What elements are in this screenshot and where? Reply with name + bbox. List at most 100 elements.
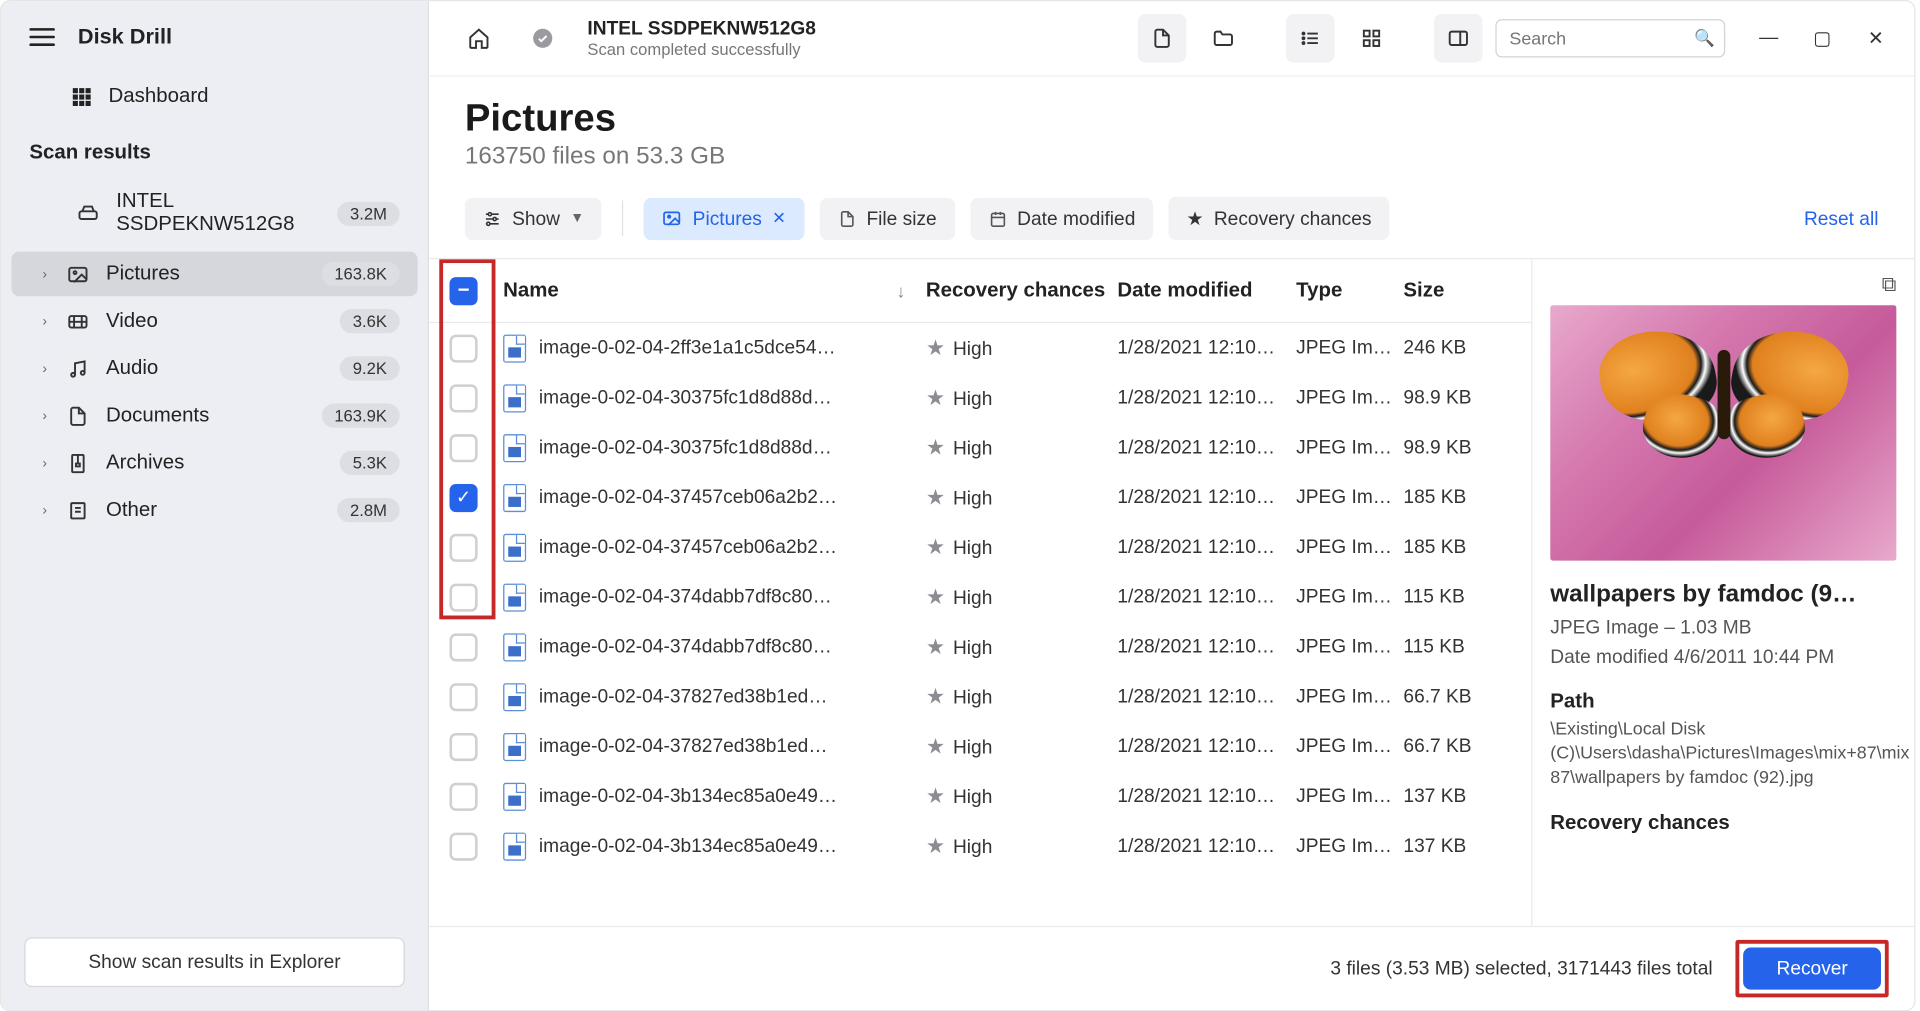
show-button[interactable]: Show ▼	[465, 197, 602, 239]
topbar: INTEL SSDPEKNW512G8 Scan completed succe…	[429, 1, 1914, 76]
row-checkbox[interactable]	[450, 334, 478, 362]
toggle-preview-button[interactable]	[1434, 14, 1483, 63]
star-icon: ★	[926, 385, 945, 409]
date-value: 1/28/2021 12:10…	[1117, 686, 1296, 708]
recovery-value: High	[953, 388, 992, 410]
file-icon	[503, 832, 526, 860]
col-date[interactable]: Date modified	[1117, 279, 1296, 302]
table-row[interactable]: image-0-02-04-30375fc1d8d88d…★High1/28/2…	[429, 373, 1531, 423]
col-name[interactable]: Name↓	[498, 279, 926, 302]
search-input[interactable]	[1495, 19, 1725, 57]
preview-path-label: Path	[1550, 691, 1896, 714]
row-checkbox[interactable]	[450, 633, 478, 661]
filter-chip-recovery[interactable]: ★ Recovery chances	[1169, 197, 1390, 240]
size-value: 98.9 KB	[1403, 437, 1518, 459]
table-row[interactable]: image-0-02-04-3b134ec85a0e49…★High1/28/2…	[429, 771, 1531, 821]
size-value: 246 KB	[1403, 337, 1518, 359]
sidebar-item-audio[interactable]: ›Audio9.2K	[11, 346, 417, 391]
recover-button[interactable]: Recover	[1743, 948, 1881, 990]
sidebar-item-label: Video	[106, 310, 325, 333]
preview-panel: ⧉ wallpapers by famdoc (9… JPEG Image – …	[1531, 259, 1914, 926]
home-button[interactable]	[455, 14, 504, 63]
filter-chip-date[interactable]: Date modified	[970, 197, 1153, 239]
sidebar-item-other[interactable]: ›Other2.8M	[11, 488, 417, 533]
star-icon: ★	[926, 485, 945, 509]
sidebar-item-documents[interactable]: ›Documents163.9K	[11, 393, 417, 438]
file-table: − Name↓ Recovery chances Date modified T…	[429, 259, 1531, 926]
row-checkbox[interactable]: ✓	[450, 483, 478, 511]
date-value: 1/28/2021 12:10…	[1117, 536, 1296, 558]
file-name: image-0-02-04-2ff3e1a1c5dce54…	[539, 337, 836, 359]
date-value: 1/28/2021 12:10…	[1117, 636, 1296, 658]
type-value: JPEG Im…	[1296, 835, 1403, 857]
sidebar-item-video[interactable]: ›Video3.6K	[11, 299, 417, 344]
search-box[interactable]: 🔍	[1495, 19, 1725, 57]
row-checkbox[interactable]	[450, 434, 478, 462]
recovery-value: High	[953, 686, 992, 708]
close-icon[interactable]: ✕	[772, 208, 786, 228]
row-checkbox[interactable]	[450, 533, 478, 561]
folder-toggle[interactable]	[1199, 14, 1248, 63]
table-row[interactable]: ✓image-0-02-04-37457ceb06a2b2…★High1/28/…	[429, 472, 1531, 522]
show-in-explorer-button[interactable]: Show scan results in Explorer	[24, 937, 405, 987]
menu-icon[interactable]	[29, 28, 55, 46]
filter-chip-filesize[interactable]: File size	[819, 197, 954, 239]
view-list-button[interactable]	[1286, 14, 1335, 63]
topbar-status: Scan completed successfully	[587, 40, 1122, 59]
chevron-right-icon: ›	[40, 455, 50, 470]
divider	[622, 200, 623, 236]
chip-label: Pictures	[693, 208, 762, 230]
selection-status: 3 files (3.53 MB) selected, 3171443 file…	[1330, 958, 1712, 980]
type-value: JPEG Im…	[1296, 785, 1403, 807]
popout-icon[interactable]: ⧉	[1550, 275, 1896, 298]
file-name: image-0-02-04-37457ceb06a2b2…	[539, 536, 837, 558]
type-value: JPEG Im…	[1296, 437, 1403, 459]
sidebar-item-pictures[interactable]: ›Pictures163.8K	[11, 252, 417, 297]
window-minimize-button[interactable]: —	[1756, 27, 1782, 50]
table-row[interactable]: image-0-02-04-37457ceb06a2b2…★High1/28/2…	[429, 522, 1531, 572]
preview-recovery-label: Recovery chances	[1550, 812, 1896, 835]
col-type[interactable]: Type	[1296, 279, 1403, 302]
date-value: 1/28/2021 12:10…	[1117, 835, 1296, 857]
status-check-icon	[518, 14, 567, 63]
sidebar-item-drive[interactable]: INTEL SSDPEKNW512G8 3.2M	[11, 180, 417, 246]
table-row[interactable]: image-0-02-04-374dabb7df8c80…★High1/28/2…	[429, 572, 1531, 622]
sidebar-item-dashboard[interactable]: Dashboard	[1, 73, 428, 124]
sidebar-item-label: Pictures	[106, 262, 306, 285]
window-close-button[interactable]: ✕	[1863, 27, 1889, 50]
size-value: 137 KB	[1403, 835, 1518, 857]
file-icon	[503, 732, 526, 760]
select-all-checkbox[interactable]: −	[450, 276, 478, 304]
type-value: JPEG Im…	[1296, 487, 1403, 509]
row-checkbox[interactable]	[450, 683, 478, 711]
date-value: 1/28/2021 12:10…	[1117, 387, 1296, 409]
col-recovery[interactable]: Recovery chances	[926, 279, 1118, 302]
filter-chip-pictures[interactable]: Pictures ✕	[644, 197, 804, 239]
date-value: 1/28/2021 12:10…	[1117, 785, 1296, 807]
view-grid-button[interactable]	[1347, 14, 1396, 63]
sidebar-item-label: Archives	[106, 451, 325, 474]
row-checkbox[interactable]	[450, 732, 478, 760]
reset-all-link[interactable]: Reset all	[1804, 208, 1879, 230]
table-row[interactable]: image-0-02-04-30375fc1d8d88d…★High1/28/2…	[429, 423, 1531, 473]
table-row[interactable]: image-0-02-04-37827ed38b1ed…★High1/28/20…	[429, 672, 1531, 722]
table-row[interactable]: image-0-02-04-3b134ec85a0e49…★High1/28/2…	[429, 821, 1531, 871]
file-icon	[503, 434, 526, 462]
sidebar-item-archives[interactable]: ›Archives5.3K	[11, 441, 417, 486]
row-checkbox[interactable]	[450, 832, 478, 860]
row-checkbox[interactable]	[450, 583, 478, 611]
table-row[interactable]: image-0-02-04-37827ed38b1ed…★High1/28/20…	[429, 722, 1531, 772]
row-checkbox[interactable]	[450, 782, 478, 810]
star-icon: ★	[926, 335, 945, 359]
col-size[interactable]: Size	[1403, 279, 1518, 302]
filetype-toggle[interactable]	[1138, 14, 1187, 63]
table-row[interactable]: image-0-02-04-374dabb7df8c80…★High1/28/2…	[429, 622, 1531, 672]
other-icon	[65, 499, 91, 522]
size-value: 66.7 KB	[1403, 686, 1518, 708]
table-row[interactable]: image-0-02-04-2ff3e1a1c5dce54…★High1/28/…	[429, 323, 1531, 373]
file-name: image-0-02-04-37827ed38b1ed…	[539, 736, 828, 758]
size-value: 66.7 KB	[1403, 736, 1518, 758]
window-maximize-button[interactable]: ▢	[1810, 27, 1836, 50]
chevron-right-icon: ›	[40, 502, 50, 517]
row-checkbox[interactable]	[450, 384, 478, 412]
